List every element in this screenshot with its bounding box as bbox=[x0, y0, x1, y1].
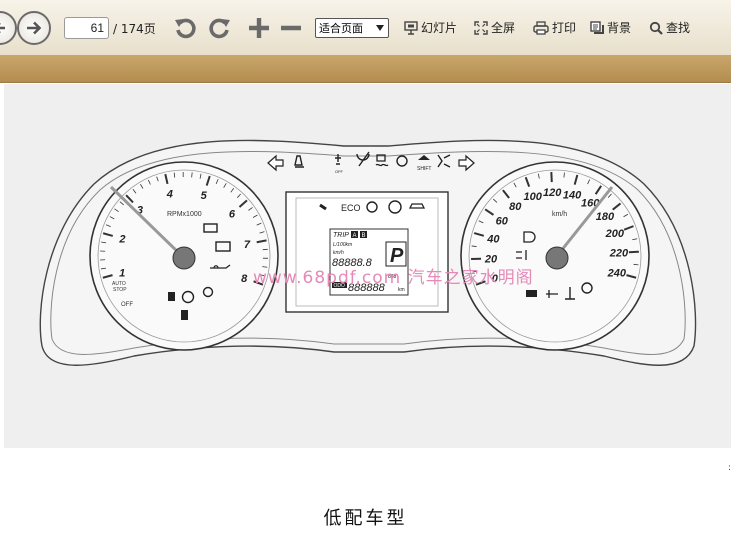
tachometer-label: 6 bbox=[229, 209, 236, 221]
slideshow-icon bbox=[404, 20, 418, 35]
speedometer-tick bbox=[628, 250, 639, 254]
printer-icon bbox=[533, 20, 549, 35]
zoom-in-button[interactable] bbox=[246, 15, 272, 41]
minus-icon bbox=[281, 25, 301, 31]
plus-icon bbox=[249, 18, 269, 38]
background-label: 背景 bbox=[607, 21, 632, 35]
zoom-select[interactable]: 适合页面 bbox=[315, 18, 389, 38]
distance-unit: km/h bbox=[333, 250, 344, 256]
trip-a-label: A bbox=[353, 233, 357, 239]
next-page-button[interactable] bbox=[17, 11, 51, 45]
center-display: ECO TRIP A B L/100km km/h 88888.8 P 888 … bbox=[285, 191, 449, 313]
immobilizer-icon bbox=[526, 290, 537, 297]
esp-off-text: OFF bbox=[335, 169, 344, 174]
speedometer-label: 100 bbox=[523, 191, 542, 203]
fullscreen-icon bbox=[474, 20, 488, 35]
speedometer-label: 140 bbox=[563, 189, 582, 201]
page-number-input[interactable] bbox=[64, 17, 109, 39]
tachometer-label: 8 bbox=[241, 273, 248, 285]
zoom-select-value: 适合页面 bbox=[319, 22, 363, 35]
speedometer-label: 180 bbox=[596, 211, 615, 223]
speedometer-unit: km/h bbox=[552, 211, 567, 218]
speedometer-label: 240 bbox=[607, 268, 627, 280]
fullscreen-button[interactable]: 全屏 bbox=[474, 19, 515, 36]
figure-caption: 低配车型 bbox=[323, 508, 408, 529]
speedometer-label: 120 bbox=[543, 187, 562, 199]
prev-page-button[interactable] bbox=[0, 11, 17, 45]
speedometer-label: 200 bbox=[605, 228, 625, 240]
tachometer-label: 1 bbox=[119, 268, 125, 280]
tachometer-hub bbox=[172, 246, 196, 270]
search-icon bbox=[649, 21, 663, 35]
rotate-left-button[interactable] bbox=[172, 14, 200, 42]
find-button[interactable]: 查找 bbox=[649, 19, 690, 36]
watermark: www.68pdf.com 汽车之家水明阁 bbox=[253, 268, 534, 288]
arrow-left-icon bbox=[0, 23, 5, 33]
slideshow-label: 幻灯片 bbox=[421, 21, 458, 35]
fullscreen-label: 全屏 bbox=[491, 21, 516, 35]
chevron-down-icon bbox=[376, 25, 384, 31]
rotate-left-icon bbox=[175, 18, 196, 39]
tachometer-unit: RPMx1000 bbox=[167, 211, 202, 218]
tachometer-label: 4 bbox=[166, 189, 173, 201]
speedometer-label: 40 bbox=[486, 234, 500, 246]
slideshow-button[interactable]: 幻灯片 bbox=[404, 19, 457, 36]
speedometer-label: 220 bbox=[609, 248, 629, 260]
speedometer-tick bbox=[563, 172, 565, 178]
speedometer: 020406080100 120 140160180200220240 km/h bbox=[460, 161, 650, 351]
speedometer-tick bbox=[633, 263, 639, 266]
auto-stop-label-2: STOP bbox=[113, 287, 127, 293]
toolbar-band bbox=[0, 55, 731, 83]
speedometer-hub bbox=[545, 246, 569, 270]
tachometer: 1234 5678 RPMx1000 AUTO STOP OFF bbox=[89, 161, 279, 351]
rotate-right-icon bbox=[209, 18, 230, 39]
tachometer-label: 7 bbox=[244, 239, 251, 251]
background-button[interactable]: 背景 bbox=[590, 19, 631, 36]
speedometer-label: 80 bbox=[509, 201, 522, 213]
shift-text: SHIFT bbox=[417, 166, 431, 172]
door-open-icon bbox=[168, 292, 175, 301]
tachometer-label: 5 bbox=[201, 190, 208, 202]
zoom-out-button[interactable] bbox=[278, 15, 304, 41]
find-label: 查找 bbox=[666, 21, 691, 35]
fuel-icon bbox=[181, 310, 188, 320]
speedometer-label: 60 bbox=[496, 215, 509, 227]
rotate-right-button[interactable] bbox=[205, 14, 233, 42]
trip-b-label: B bbox=[362, 233, 366, 239]
reader-toolbar: / 174页 适合页面 幻灯片 全屏 bbox=[0, 0, 731, 56]
trip-label: TRIP bbox=[333, 232, 349, 239]
print-button[interactable]: 打印 bbox=[533, 19, 576, 36]
background-icon bbox=[590, 20, 604, 34]
auto-stop-label-3: OFF bbox=[121, 302, 133, 308]
page-total: / 174页 bbox=[113, 22, 156, 36]
print-label: 打印 bbox=[552, 21, 577, 35]
eco-indicator: ECO bbox=[341, 203, 361, 213]
arrow-right-icon bbox=[27, 21, 42, 35]
tachometer-label: 2 bbox=[118, 234, 125, 246]
fuel-consumption-unit: L/100km bbox=[333, 242, 352, 248]
